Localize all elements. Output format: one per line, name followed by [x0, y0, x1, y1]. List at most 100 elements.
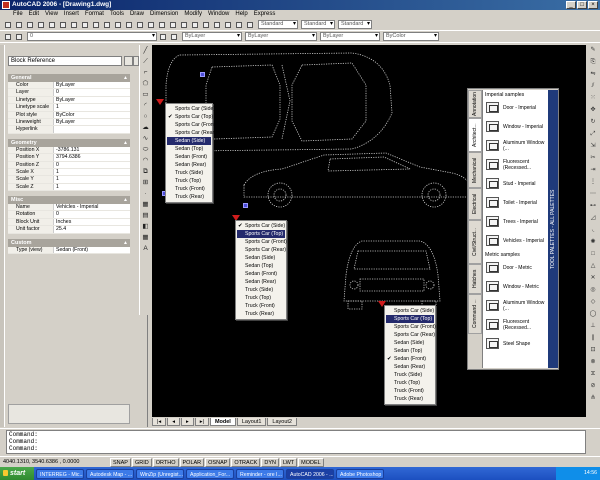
status-toggle-otrack[interactable]: OTRACK — [231, 457, 261, 467]
palette-tab-6[interactable]: Command ... — [468, 294, 482, 334]
palette-tab-1[interactable]: Architect... — [468, 118, 482, 152]
property-row[interactable]: Type (view) Sedan (Front) — [8, 246, 130, 255]
palette-tab-3[interactable]: Electrical — [468, 188, 482, 220]
property-value[interactable]: 1 — [54, 184, 130, 190]
array-icon[interactable]: ⁙ — [588, 94, 598, 103]
sheetset-icon[interactable] — [212, 20, 221, 29]
lookup-option[interactable]: Truck (Rear) — [237, 310, 285, 318]
osnap-endpoint-icon[interactable]: □ — [588, 250, 598, 259]
property-row[interactable]: Linetype scale 1 — [8, 104, 130, 112]
menu-insert[interactable]: Insert — [61, 10, 82, 19]
plotstyle-combo[interactable]: ByColor — [383, 32, 439, 41]
copy-icon[interactable] — [80, 20, 89, 29]
palette-tab-4[interactable]: Civil/Struct... — [468, 220, 482, 264]
plot-icon[interactable] — [36, 20, 45, 29]
lookup-option[interactable]: Truck (Rear) — [167, 193, 211, 201]
property-row[interactable]: Name Vehicles - Imperial — [8, 204, 130, 212]
pan-icon[interactable] — [135, 20, 144, 29]
point-icon[interactable]: · — [141, 189, 150, 198]
tab-nav-first-button[interactable]: |◂ — [152, 417, 167, 426]
lookup-option[interactable]: Sports Car (Front) — [386, 323, 436, 331]
explode-icon[interactable]: ✺ — [588, 238, 598, 247]
property-row[interactable]: Block Unit Inches — [8, 218, 130, 227]
cut-icon[interactable] — [69, 20, 78, 29]
property-value[interactable]: 1 — [54, 176, 130, 182]
join-icon[interactable]: ⊷ — [588, 202, 598, 211]
status-toggle-polar[interactable]: POLAR — [179, 457, 205, 467]
revcloud-icon[interactable]: ☁ — [141, 123, 150, 132]
lookup-option[interactable]: Truck (Top) — [386, 379, 434, 387]
tool-palettes-icon[interactable] — [201, 20, 210, 29]
menu-file[interactable]: File — [10, 10, 26, 19]
lookup-option[interactable]: Sedan (Side) — [386, 339, 434, 347]
lookup-option[interactable]: Sedan (Front) — [167, 153, 211, 161]
mtext-icon[interactable]: A — [141, 244, 150, 253]
taskbar-button[interactable]: AutoCAD 2006 - ... — [286, 468, 334, 479]
status-toggle-ortho[interactable]: ORTHO — [152, 457, 179, 467]
property-value[interactable]: 1 — [54, 104, 130, 110]
palette-tool[interactable]: Vehicles - Imperial — [483, 231, 548, 250]
property-value[interactable]: Vehicles - Imperial — [54, 204, 130, 210]
property-value[interactable]: ByLayer — [54, 119, 130, 125]
category-misc[interactable]: Misc — [8, 196, 130, 205]
property-row[interactable]: Position Z0 — [8, 161, 130, 169]
palette-tool[interactable]: Door - Metric — [483, 258, 548, 277]
lookup-option[interactable]: Truck (Side) — [237, 286, 285, 294]
layer-state-icon[interactable] — [14, 32, 23, 41]
layout-tab-layout1[interactable]: Layout1 — [236, 417, 267, 426]
lookup-option[interactable]: Truck (Rear) — [386, 395, 434, 403]
property-row[interactable]: Color ByLayer — [8, 82, 130, 90]
lookup-option[interactable]: Sedan (Rear) — [237, 278, 285, 286]
property-row[interactable]: Lineweight ByLayer — [8, 118, 130, 127]
lookup-option[interactable]: Sports Car (Rear) — [386, 331, 435, 339]
category-geometry[interactable]: Geometry — [8, 138, 130, 147]
property-value[interactable]: Inches — [54, 219, 130, 225]
lookup-option[interactable]: Sports Car (Front) — [167, 121, 217, 129]
osnap-node-icon[interactable]: ⊗ — [588, 358, 598, 367]
property-row[interactable]: Plot style ByColor — [8, 111, 130, 119]
make-current-icon[interactable] — [158, 32, 167, 41]
zoom-previous-icon[interactable] — [168, 20, 177, 29]
lineweight-combo[interactable]: ByLayer — [320, 32, 380, 41]
property-value[interactable]: -3786.131 — [54, 147, 130, 153]
menu-edit[interactable]: Edit — [26, 10, 42, 19]
new-icon[interactable] — [3, 20, 12, 29]
designcenter-icon[interactable] — [190, 20, 199, 29]
erase-icon[interactable]: ✎ — [588, 46, 598, 55]
menu-view[interactable]: View — [42, 10, 61, 19]
maximize-button[interactable]: □ — [577, 1, 587, 9]
palette-tab-2[interactable]: Mechanical — [468, 152, 482, 188]
status-toggle-grid[interactable]: GRID — [131, 457, 152, 467]
lookup-option[interactable]: Sports Car (Top) — [237, 230, 285, 238]
lookup-option[interactable]: Sports Car (Side) — [237, 222, 285, 230]
command-history[interactable]: Command: Command: Command: — [6, 430, 586, 454]
lookup-option[interactable]: Sports Car (Side) — [167, 105, 215, 113]
property-row[interactable]: Position X -3786.131 — [8, 146, 130, 155]
menu-express[interactable]: Express — [251, 10, 279, 19]
paste-icon[interactable] — [91, 20, 100, 29]
object-type-select[interactable]: Block Reference — [8, 56, 122, 66]
autocad-app-icon[interactable] — [2, 1, 10, 9]
menu-modify[interactable]: Modify — [181, 10, 205, 19]
preview-icon[interactable] — [47, 20, 56, 29]
scale-icon[interactable]: ⤢ — [588, 130, 598, 139]
status-toggle-dyn[interactable]: DYN — [261, 457, 279, 467]
osnap-quadrant-icon[interactable]: ◇ — [588, 298, 598, 307]
chamfer-icon[interactable]: ◿ — [588, 214, 598, 223]
menu-tools[interactable]: Tools — [107, 10, 127, 19]
property-row[interactable]: Scale Z1 — [8, 183, 130, 192]
property-value[interactable]: 3794.6386 — [54, 154, 130, 160]
menu-format[interactable]: Format — [82, 10, 107, 19]
style-combo-0[interactable]: Standard — [258, 20, 298, 29]
lookup-option[interactable]: Sedan (Top) — [167, 145, 211, 153]
style-combo-1[interactable]: Standard — [301, 20, 335, 29]
extend-icon[interactable]: ⇥ — [588, 166, 598, 175]
category-custom[interactable]: Custom — [8, 238, 130, 247]
status-toggle-snap[interactable]: SNAP — [110, 457, 131, 467]
menu-dimension[interactable]: Dimension — [147, 10, 181, 19]
lookup-option[interactable]: Truck (Side) — [386, 371, 434, 379]
lookup-option[interactable]: Sedan (Rear) — [386, 363, 434, 371]
color-combo[interactable]: ByLayer — [182, 32, 242, 41]
osnap-settings-icon[interactable]: ⋔ — [588, 394, 598, 403]
block-grip-side-2[interactable] — [243, 203, 248, 208]
